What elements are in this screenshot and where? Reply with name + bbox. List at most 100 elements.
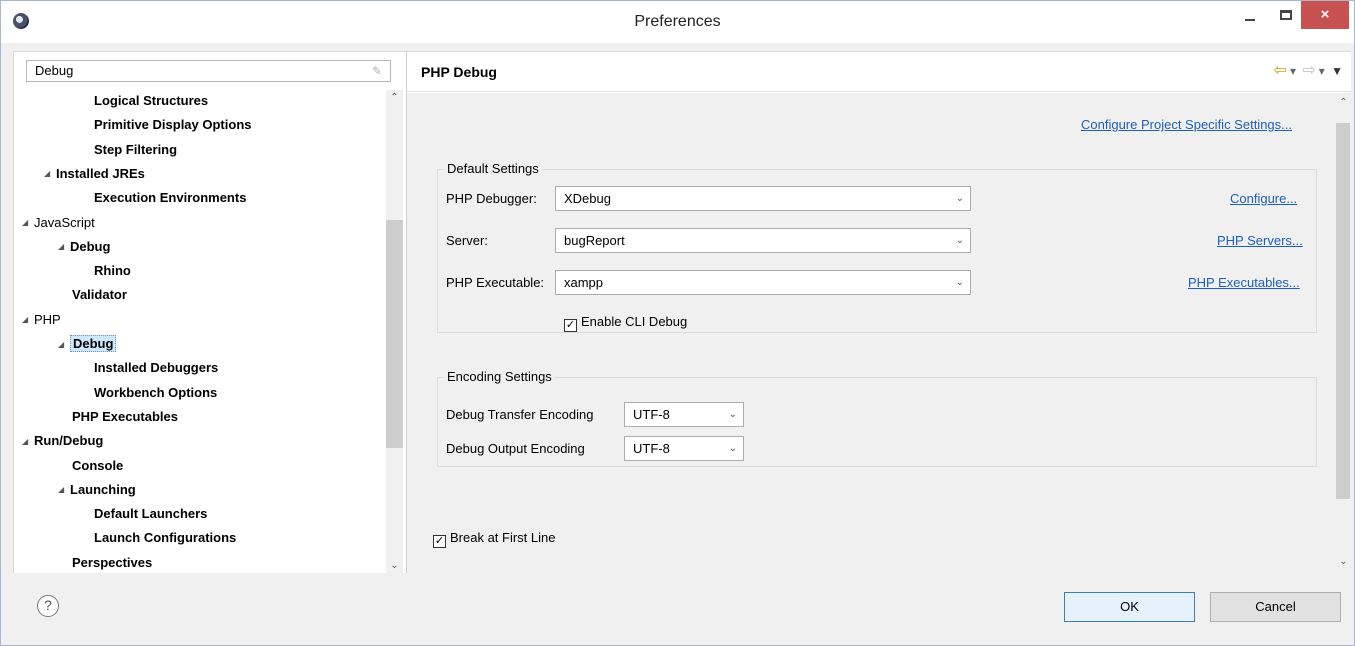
tree-item-label: Run/Debug (34, 433, 104, 449)
tree-item[interactable]: Default Launchers (94, 503, 207, 525)
filter-input[interactable]: Debug ✎ (26, 60, 391, 82)
close-button[interactable]: × (1301, 1, 1349, 29)
expand-arrow-icon[interactable]: ◢ (58, 236, 70, 258)
break-at-first-line-label: Break at First Line (450, 530, 556, 545)
scroll-down-icon[interactable]: ⌄ (386, 558, 403, 574)
tree-item[interactable]: ◢ Debug (58, 333, 117, 356)
tree-item[interactable]: ◢ Debug (58, 236, 110, 258)
expand-arrow-icon[interactable]: ◢ (22, 309, 34, 331)
minimize-icon (1245, 19, 1255, 22)
server-label: Server: (446, 233, 488, 248)
scroll-up-icon[interactable]: ⌃ (386, 90, 403, 106)
tree-item[interactable]: Logical Structures (94, 90, 208, 112)
tree-item[interactable]: ◢ Installed JREs (44, 163, 145, 185)
tree-item-label: Rhino (94, 263, 131, 279)
tree-item[interactable]: Step Filtering (94, 139, 177, 161)
tree-item[interactable]: PHP Executables (72, 406, 178, 428)
php-debugger-value: XDebug (564, 191, 611, 206)
debug-transfer-encoding-value: UTF-8 (633, 407, 670, 422)
clear-filter-icon[interactable]: ✎ (372, 64, 384, 78)
page-navigation: ⇦ ▾ ⇨ ▾ ▼ (1271, 60, 1343, 80)
tree-item-label: Primitive Display Options (94, 117, 252, 133)
expand-arrow-icon[interactable]: ◢ (22, 431, 34, 453)
tree-item[interactable]: Workbench Options (94, 382, 217, 404)
scroll-up-icon[interactable]: ⌃ (1335, 95, 1352, 111)
tree-item-label: PHP Executables (72, 408, 178, 424)
encoding-settings-title: Encoding Settings (444, 369, 555, 384)
tree-item[interactable]: ◢ JavaScript (22, 212, 95, 234)
tree-item[interactable]: Primitive Display Options (94, 114, 252, 136)
tree-item-label: Installed JREs (56, 165, 145, 181)
tree-item-label: PHP (34, 311, 61, 327)
tree-item[interactable]: Console (72, 455, 123, 477)
default-settings-title: Default Settings (444, 161, 542, 176)
expand-arrow-icon[interactable]: ◢ (44, 163, 56, 185)
tree-item[interactable]: Perspectives (72, 552, 152, 574)
preferences-tree: Logical Structures Primitive Display Opti… (14, 90, 384, 574)
forward-menu-chevron-icon[interactable]: ▾ (1319, 64, 1325, 78)
php-servers-link[interactable]: PHP Servers... (1217, 233, 1303, 248)
tree-item-label: Launching (70, 481, 136, 497)
tree-item[interactable]: Launch Configurations (94, 527, 236, 549)
tree-item-label: Execution Environments (94, 190, 247, 206)
preferences-window: Preferences × Debug ✎ Logical Structures… (0, 0, 1355, 646)
tree-item-label: Debug (70, 238, 111, 254)
tree-item-label: Console (72, 457, 124, 473)
maximize-button[interactable] (1269, 1, 1303, 31)
page-content: Configure Project Specific Settings... D… (407, 93, 1335, 574)
configure-debugger-link[interactable]: Configure... (1230, 191, 1297, 206)
expand-arrow-icon[interactable]: ◢ (22, 212, 34, 234)
debug-transfer-encoding-select[interactable]: UTF-8 ⌄ (624, 402, 744, 427)
tree-item-label: Default Launchers (94, 506, 208, 522)
break-at-first-line-checkbox[interactable]: ✓ Break at First Line (433, 530, 556, 548)
tree-item-label: Installed Debuggers (94, 360, 219, 376)
enable-cli-debug-label: Enable CLI Debug (581, 314, 688, 329)
default-settings-group: Default Settings PHP Debugger: XDebug ⌄ … (437, 161, 1317, 333)
tree-item-label: JavaScript (34, 214, 95, 230)
debug-output-encoding-select[interactable]: UTF-8 ⌄ (624, 436, 744, 461)
tree-item[interactable]: ◢ PHP (22, 309, 61, 331)
php-executable-select[interactable]: xampp ⌄ (555, 270, 971, 295)
cancel-button[interactable]: Cancel (1210, 592, 1341, 622)
chevron-down-icon: ⌄ (728, 443, 737, 454)
expand-arrow-icon[interactable]: ◢ (58, 479, 70, 501)
back-menu-chevron-icon[interactable]: ▾ (1290, 64, 1296, 78)
minimize-button[interactable] (1233, 1, 1267, 31)
php-debugger-select[interactable]: XDebug ⌄ (555, 186, 971, 211)
expand-arrow-icon[interactable]: ◢ (58, 334, 70, 356)
configure-project-settings-link[interactable]: Configure Project Specific Settings... (1081, 117, 1292, 132)
sidebar-scrollbar-thumb[interactable] (386, 220, 403, 448)
php-executable-label: PHP Executable: (446, 275, 545, 290)
help-icon[interactable]: ? (37, 595, 59, 617)
tree-item-label: Step Filtering (94, 141, 178, 157)
tree-item[interactable]: Installed Debuggers (94, 357, 218, 379)
ok-button[interactable]: OK (1064, 592, 1195, 622)
sidebar-scrollbar[interactable]: ⌃ ⌄ (386, 90, 403, 574)
tree-item[interactable]: ◢ Launching (58, 479, 136, 501)
tree-item-label: Debug (70, 335, 117, 352)
debug-transfer-encoding-label: Debug Transfer Encoding (446, 407, 594, 422)
page-scrollbar-thumb[interactable] (1336, 123, 1350, 499)
tree-item-label: Logical Structures (94, 93, 209, 108)
title-bar[interactable]: Preferences × (1, 1, 1354, 43)
chevron-down-icon: ⌄ (955, 193, 964, 204)
back-arrow-icon[interactable]: ⇦ (1274, 60, 1287, 80)
chevron-down-icon: ⌄ (955, 235, 964, 246)
view-menu-chevron-icon[interactable]: ▼ (1331, 64, 1343, 78)
tree-item[interactable]: Validator (72, 284, 127, 306)
page-scrollbar[interactable]: ⌃ ⌄ (1335, 93, 1351, 574)
server-select[interactable]: bugReport ⌄ (555, 228, 971, 253)
forward-arrow-icon[interactable]: ⇨ (1302, 60, 1315, 80)
filter-input-value: Debug (35, 63, 74, 78)
php-executables-link[interactable]: PHP Executables... (1188, 275, 1300, 290)
tree-item[interactable]: Execution Environments (94, 187, 246, 209)
tree-item-label: Workbench Options (94, 384, 218, 400)
tree-item[interactable]: Rhino (94, 260, 131, 282)
tree-item[interactable]: ◢ Run/Debug (22, 430, 103, 452)
scroll-down-icon[interactable]: ⌄ (1335, 554, 1352, 570)
chevron-down-icon: ⌄ (955, 277, 964, 288)
enable-cli-debug-checkbox[interactable]: ✓ Enable CLI Debug (564, 314, 687, 332)
encoding-settings-group: Encoding Settings Debug Transfer Encodin… (437, 369, 1317, 467)
checkbox-checked-icon: ✓ (433, 535, 446, 548)
tree-item-label: Launch Configurations (94, 530, 237, 546)
